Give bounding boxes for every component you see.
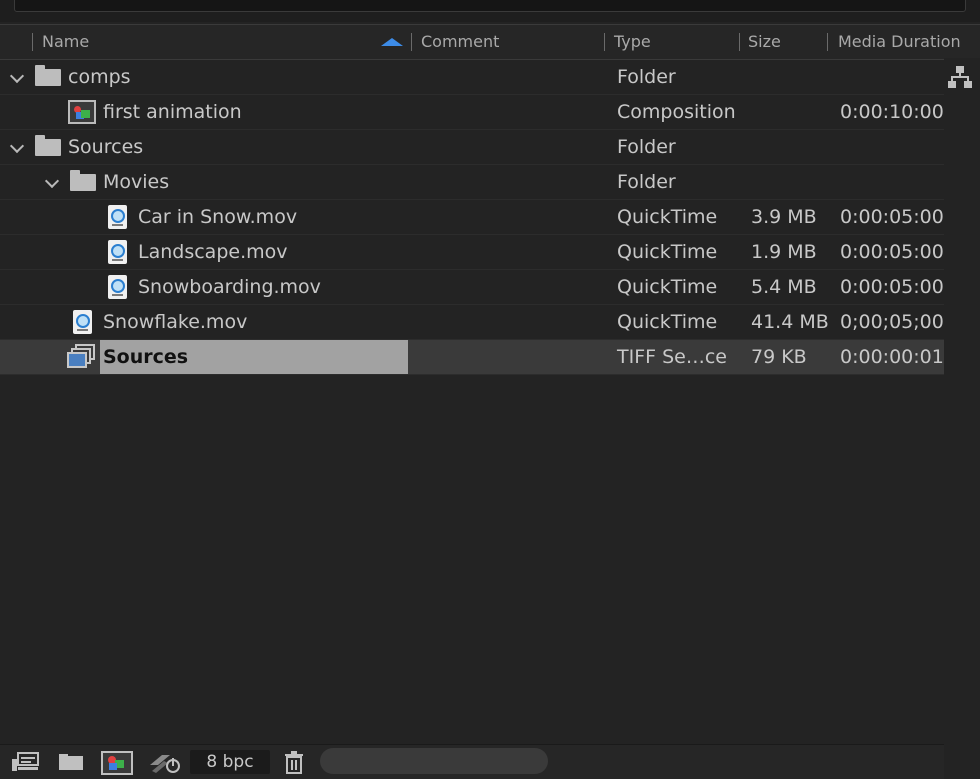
item-name: Snowboarding.mov	[138, 276, 321, 298]
item-size: 1.9 MB	[751, 241, 817, 263]
project-item-list: comps Folder first animation Composition…	[0, 60, 944, 375]
item-type: QuickTime	[617, 276, 718, 298]
item-size: 79 KB	[751, 346, 807, 368]
column-size-header[interactable]: Size	[748, 32, 781, 51]
item-size: 41.4 MB	[751, 311, 829, 333]
list-item[interactable]: Landscape.mov QuickTime 1.9 MB 0:00:05:0…	[0, 235, 944, 270]
column-separator[interactable]	[739, 33, 740, 51]
column-type-header[interactable]: Type	[614, 32, 651, 51]
item-name: comps	[68, 66, 131, 88]
new-composition-icon[interactable]	[101, 751, 133, 775]
chevron-down-icon[interactable]	[9, 138, 25, 154]
chevron-down-icon[interactable]	[44, 173, 60, 189]
quicktime-file-icon	[108, 205, 127, 229]
image-sequence-icon	[67, 344, 97, 370]
item-type: TIFF Se…ce	[617, 346, 727, 368]
list-item[interactable]: Sources Folder	[0, 130, 944, 165]
quicktime-file-icon	[108, 275, 127, 299]
list-item[interactable]: Snowboarding.mov QuickTime 5.4 MB 0:00:0…	[0, 270, 944, 305]
item-size: 5.4 MB	[751, 276, 817, 298]
interpret-footage-icon[interactable]	[10, 751, 40, 773]
folder-icon	[35, 135, 61, 156]
trash-icon[interactable]	[283, 751, 305, 775]
item-name: Car in Snow.mov	[138, 206, 298, 228]
item-type: QuickTime	[617, 241, 718, 263]
folder-icon	[70, 170, 96, 191]
quicktime-file-icon	[108, 240, 127, 264]
sort-ascending-icon	[381, 38, 403, 46]
item-name: Snowflake.mov	[103, 311, 248, 333]
list-item-selected[interactable]: Sources TIFF Se…ce 79 KB 0:00:00:01	[0, 340, 944, 375]
bit-depth-button[interactable]: 8 bpc	[190, 750, 270, 774]
list-item[interactable]: Car in Snow.mov QuickTime 3.9 MB 0:00:05…	[0, 200, 944, 235]
column-separator	[32, 33, 33, 51]
item-size: 3.9 MB	[751, 206, 817, 228]
horizontal-scrollbar[interactable]	[320, 748, 548, 774]
quicktime-file-icon	[73, 310, 92, 334]
column-name-header[interactable]: Name	[42, 32, 89, 51]
item-type: Composition	[617, 101, 736, 123]
column-separator[interactable]	[604, 33, 605, 51]
search-strip	[0, 0, 980, 22]
composition-icon	[68, 100, 96, 124]
column-comment-header[interactable]: Comment	[421, 32, 499, 51]
column-separator[interactable]	[827, 33, 828, 51]
column-duration-header[interactable]: Media Duration	[838, 32, 961, 51]
item-duration: 0:00:05:00	[840, 276, 944, 298]
list-item[interactable]: Movies Folder	[0, 165, 944, 200]
column-separator[interactable]	[411, 33, 412, 51]
item-name: first animation	[103, 101, 242, 123]
search-input[interactable]	[14, 0, 966, 12]
folder-icon	[35, 65, 61, 86]
project-settings-icon[interactable]	[148, 751, 182, 775]
item-duration: 0:00:05:00	[840, 241, 944, 263]
list-item[interactable]: comps Folder	[0, 60, 944, 95]
item-type: Folder	[617, 171, 676, 193]
chevron-down-icon[interactable]	[9, 68, 25, 84]
item-type: QuickTime	[617, 311, 718, 333]
list-item[interactable]: first animation Composition 0:00:10:00	[0, 95, 944, 130]
item-duration: 0:00:00:01	[840, 346, 944, 368]
item-duration: 0;00;05;00	[840, 311, 944, 333]
item-type: Folder	[617, 66, 676, 88]
column-header: Name Comment Type Size Media Duration	[0, 24, 980, 60]
item-name: Movies	[103, 171, 170, 193]
item-name: Sources	[68, 136, 144, 158]
list-item[interactable]: Snowflake.mov QuickTime 41.4 MB 0;00;05;…	[0, 305, 944, 340]
right-gutter	[944, 58, 980, 778]
flowchart-icon[interactable]	[948, 66, 972, 88]
item-duration: 0:00:05:00	[840, 206, 944, 228]
item-name: Sources	[103, 346, 189, 368]
item-type: QuickTime	[617, 206, 718, 228]
item-name: Landscape.mov	[138, 241, 288, 263]
new-folder-icon[interactable]	[58, 751, 84, 773]
project-panel-footer: 8 bpc	[0, 744, 944, 779]
item-duration: 0:00:10:00	[840, 101, 944, 123]
item-type: Folder	[617, 136, 676, 158]
